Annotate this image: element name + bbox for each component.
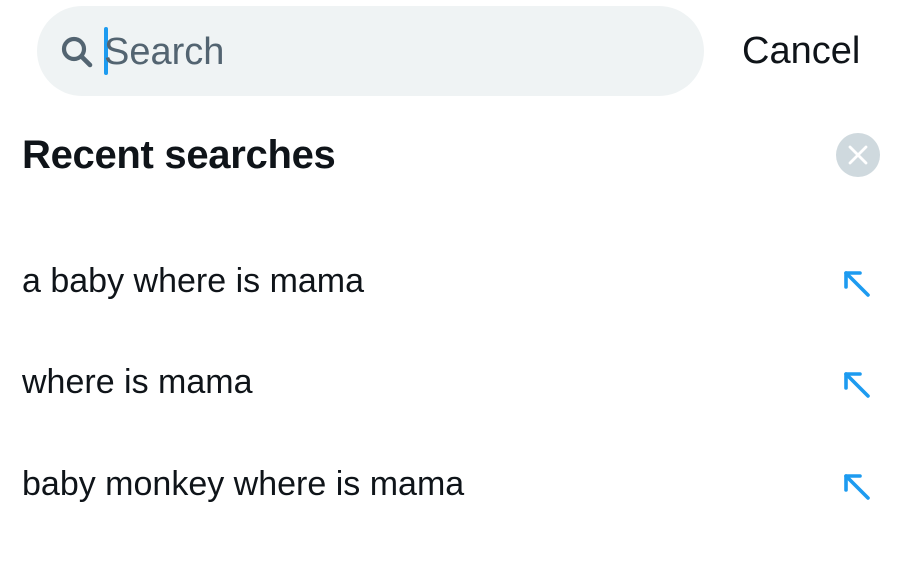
search-icon [61,36,93,68]
search-screen: Cancel Recent searches a baby where is m… [0,0,900,562]
arrow-up-left-icon[interactable] [840,368,874,402]
cancel-button[interactable]: Cancel [742,28,860,74]
recent-search-item[interactable]: baby monkey where is mama [0,429,900,529]
recent-search-label: where is mama [22,363,253,401]
arrow-up-left-icon[interactable] [840,470,874,504]
search-input[interactable] [104,22,684,82]
recent-searches-title: Recent searches [22,133,336,177]
recent-search-label: a baby where is mama [22,262,365,300]
close-icon [848,145,868,165]
recent-search-item[interactable]: a baby where is mama [0,226,900,326]
clear-recent-searches-button[interactable] [836,133,880,177]
arrow-up-left-icon[interactable] [840,267,874,301]
recent-search-label: baby monkey where is mama [22,465,465,503]
recent-search-item[interactable]: where is mama [0,327,900,427]
